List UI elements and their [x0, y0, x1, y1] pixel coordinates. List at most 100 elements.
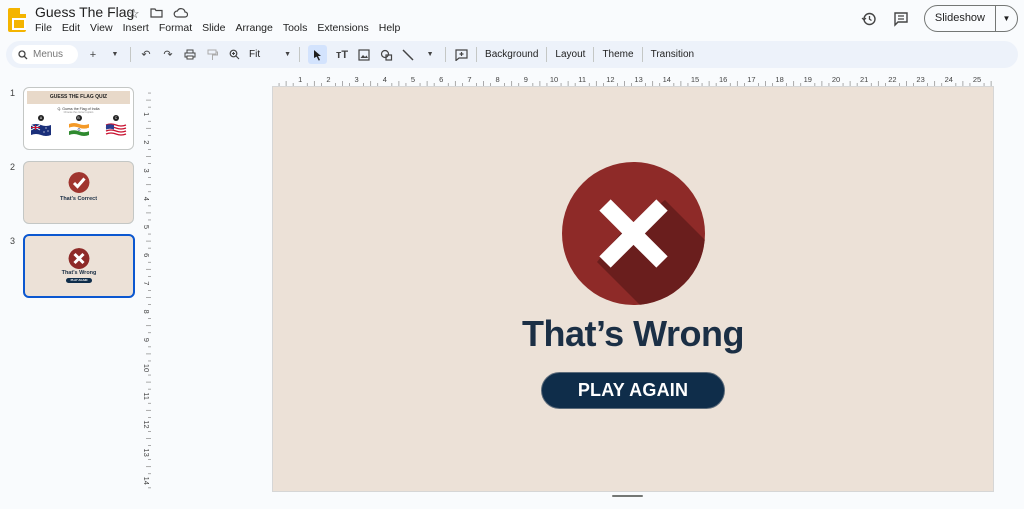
thumb-option-b: B	[68, 115, 90, 136]
play-again-button[interactable]: PLAY AGAIN	[541, 372, 725, 409]
add-comment-icon[interactable]	[454, 45, 468, 64]
undo-icon[interactable]: ↶	[139, 45, 153, 64]
menu-edit[interactable]: Edit	[62, 22, 80, 34]
menu-view[interactable]: View	[90, 22, 113, 34]
speaker-notes-handle[interactable]	[612, 495, 643, 497]
menu-slide[interactable]: Slide	[202, 22, 225, 34]
india-flag-icon	[68, 123, 89, 136]
ruler-label: 7	[467, 75, 471, 84]
menus-search[interactable]: Menus	[12, 45, 78, 64]
slide-headline[interactable]: That’s Wrong	[273, 313, 993, 355]
ruler-label: 11	[142, 392, 151, 400]
cloud-icon[interactable]	[173, 6, 188, 22]
slide-canvas[interactable]: That’s Wrong PLAY AGAIN	[272, 86, 994, 492]
zoom-value: Fit	[249, 49, 261, 60]
thumb-subline: Choose the correct option	[63, 111, 94, 114]
divider	[476, 47, 478, 62]
ruler-label: 6	[142, 253, 151, 257]
history-icon[interactable]	[860, 10, 878, 28]
toolbar: Menus + ▼ ↶ ↷ Fit ▼ тT ▼ Background Layo…	[6, 41, 1018, 68]
ruler-label: 22	[888, 75, 896, 84]
slideshow-dropdown-icon[interactable]: ▼	[995, 6, 1017, 31]
text-box-icon[interactable]: тT	[335, 45, 349, 64]
thumb-banner: GUESS THE FLAG QUIZ	[27, 91, 130, 104]
zoom-dropdown-icon: ▼	[284, 51, 292, 58]
ruler-label: 13	[634, 75, 642, 84]
slideshow-button[interactable]: Slideshow	[925, 6, 995, 31]
select-tool-icon[interactable]	[308, 45, 328, 64]
menu-format[interactable]: Format	[159, 22, 192, 34]
ruler-label: 10	[550, 75, 558, 84]
usa-flag-icon	[105, 123, 127, 136]
ruler-label: 1	[298, 75, 302, 84]
theme-button[interactable]: Theme	[602, 49, 633, 60]
slide-thumbnail-2[interactable]: That's Correct	[23, 161, 134, 224]
ruler-label: 20	[832, 75, 840, 84]
divider	[593, 47, 595, 62]
line-icon[interactable]	[401, 45, 415, 64]
move-folder-icon[interactable]	[150, 6, 163, 22]
insert-image-icon[interactable]	[357, 45, 371, 64]
divider	[546, 47, 548, 62]
shape-icon[interactable]	[379, 45, 393, 64]
ruler-label: 8	[496, 75, 500, 84]
comment-icon[interactable]	[892, 10, 910, 28]
ruler-label: 5	[411, 75, 415, 84]
menu-tools[interactable]: Tools	[283, 22, 308, 34]
slides-logo-icon[interactable]	[8, 8, 26, 32]
ruler-label: 13	[142, 448, 151, 456]
ruler-label: 12	[606, 75, 614, 84]
ruler-label: 12	[142, 420, 151, 428]
menu-insert[interactable]: Insert	[123, 22, 149, 34]
background-button[interactable]: Background	[485, 49, 538, 60]
menu-extensions[interactable]: Extensions	[317, 22, 368, 34]
ruler-label: 18	[775, 75, 783, 84]
slide-number: 3	[10, 236, 16, 246]
star-icon[interactable]: ☆	[128, 6, 140, 22]
thumb-correct-text: That's Correct	[59, 196, 98, 202]
ruler-label: 9	[524, 75, 528, 84]
ruler-label: 9	[142, 338, 151, 342]
paint-format-icon[interactable]	[205, 45, 219, 64]
search-icon	[18, 49, 28, 59]
menu-arrange[interactable]: Arrange	[235, 22, 272, 34]
ruler-label: 25	[973, 75, 981, 84]
slide-thumbnail-3[interactable]: That's Wrong PLAY AGAIN	[23, 234, 135, 298]
zoom-icon[interactable]	[227, 45, 241, 64]
menu-help[interactable]: Help	[379, 22, 401, 34]
ruler-label: 7	[142, 281, 151, 285]
slide-thumbnail-1[interactable]: GUESS THE FLAG QUIZ Q. Guess the Flag of…	[23, 87, 134, 150]
slide-filmstrip: 1 GUESS THE FLAG QUIZ Q. Guess the Flag …	[0, 78, 145, 509]
zoom-select[interactable]: Fit ▼	[249, 49, 291, 60]
menu-file[interactable]: File	[35, 22, 52, 34]
ruler-label: 14	[663, 75, 671, 84]
slideshow-button-group: Slideshow ▼	[923, 5, 1018, 32]
thumb-option-a: A	[30, 115, 52, 136]
document-title[interactable]: Guess The Flag	[35, 4, 134, 20]
ruler-label: 16	[719, 75, 727, 84]
x-circle-icon[interactable]	[562, 162, 705, 305]
vertical-ruler[interactable]: 1234567891011121314	[139, 86, 151, 492]
new-slide-icon[interactable]: +	[86, 45, 100, 64]
title-icons: ☆	[128, 6, 188, 22]
divider	[641, 47, 643, 62]
ruler-label: 15	[691, 75, 699, 84]
ruler-label: 17	[747, 75, 755, 84]
ruler-label: 2	[326, 75, 330, 84]
thumb-option-c: C	[105, 115, 127, 136]
new-slide-dropdown-icon[interactable]: ▼	[108, 45, 122, 64]
ruler-label: 23	[916, 75, 924, 84]
horizontal-ruler[interactable]: 1 2 3 4 5 6 7 8 9 10 11 12 13 14 15 16 17 18 19 20 21 22 23 24 2…	[272, 74, 994, 86]
option-badge: C	[113, 115, 119, 121]
menu-bar: File Edit View Insert Format Slide Arran…	[35, 22, 400, 34]
layout-button[interactable]: Layout	[555, 49, 585, 60]
menus-search-placeholder: Menus	[33, 49, 64, 60]
print-icon[interactable]	[183, 45, 197, 64]
redo-icon[interactable]: ↷	[161, 45, 175, 64]
ruler-label: 2	[142, 140, 151, 144]
slide-number: 1	[10, 88, 16, 98]
line-dropdown-icon[interactable]: ▼	[423, 45, 437, 64]
transition-button[interactable]: Transition	[651, 49, 695, 60]
thumb-play-again: PLAY AGAIN	[66, 278, 92, 283]
thumb-flags: A B C	[30, 115, 127, 136]
